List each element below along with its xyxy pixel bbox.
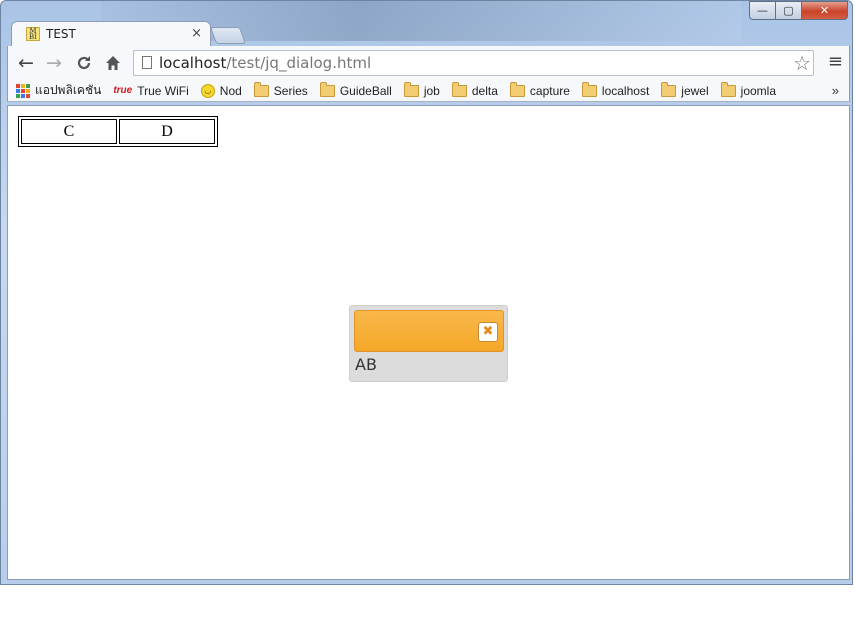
- window-controls: — ▢ ✕: [749, 1, 848, 20]
- data-table: C D: [18, 116, 218, 147]
- tab-favicon-icon: M BI: [26, 27, 40, 41]
- bookmark-true-wifi[interactable]: true True WiFi: [113, 84, 188, 98]
- table-cell: D: [119, 119, 215, 144]
- bookmark-label: แอปพลิเคชัน: [35, 83, 102, 97]
- folder-icon: [253, 81, 269, 97]
- url-host: localhost: [159, 54, 227, 72]
- bookmark-label: job: [423, 83, 440, 98]
- table-cell: C: [21, 119, 117, 144]
- folder-icon: [403, 81, 419, 97]
- folder-icon: [509, 81, 525, 97]
- bookmark-label: Series: [273, 83, 308, 98]
- bookmarks-bar: แอปพลิเคชัน true True WiFi ◡ Nod Series …: [7, 80, 850, 102]
- menu-icon[interactable]: ≡: [828, 51, 843, 72]
- bookmark-localhost[interactable]: localhost: [581, 81, 650, 98]
- home-icon[interactable]: [101, 51, 125, 75]
- bookmarks-overflow-icon[interactable]: »: [832, 83, 839, 98]
- close-window-button[interactable]: ✕: [802, 1, 848, 20]
- table-row: C D: [21, 119, 215, 144]
- page-icon: [142, 56, 152, 69]
- bookmark-delta[interactable]: delta: [451, 81, 498, 98]
- bookmark-guideball[interactable]: GuideBall: [319, 81, 392, 98]
- dialog-titlebar[interactable]: ✖: [354, 310, 504, 352]
- bookmark-label: delta: [471, 83, 498, 98]
- reload-icon[interactable]: [72, 51, 96, 75]
- back-arrow-icon[interactable]: ←: [14, 51, 38, 75]
- bookmark-label: joomla: [740, 83, 777, 98]
- bookmark-job[interactable]: job: [403, 81, 440, 98]
- smiley-icon: ◡: [200, 83, 215, 98]
- true-icon: true: [113, 85, 133, 96]
- minimize-button[interactable]: —: [749, 1, 776, 20]
- bookmark-label: True WiFi: [137, 83, 189, 98]
- apps-icon: [16, 83, 30, 98]
- bookmark-label: capture: [529, 83, 570, 98]
- bookmark-label: Nod: [219, 83, 242, 98]
- bookmark-apps[interactable]: แอปพลิเคชัน: [16, 81, 101, 100]
- new-tab-button[interactable]: [209, 27, 247, 44]
- dialog: ✖ AB: [349, 305, 508, 382]
- folder-icon: [661, 81, 677, 97]
- bookmark-label: jewel: [681, 83, 709, 98]
- bookmark-capture[interactable]: capture: [509, 81, 570, 98]
- bookmark-label: localhost: [601, 83, 650, 98]
- page-content: C D ✖ AB: [7, 105, 850, 580]
- dialog-content: AB: [355, 355, 377, 374]
- folder-icon: [720, 81, 736, 97]
- forward-arrow-icon[interactable]: →: [42, 51, 66, 75]
- folder-icon: [319, 81, 335, 97]
- address-bar[interactable]: localhost/test/jq_dialog.html ☆: [133, 50, 814, 76]
- bookmark-series[interactable]: Series: [253, 81, 308, 98]
- dialog-close-icon[interactable]: ✖: [478, 322, 498, 342]
- bookmark-jewel[interactable]: jewel: [661, 81, 709, 98]
- folder-icon: [451, 81, 467, 97]
- bookmark-star-icon[interactable]: ☆: [793, 51, 811, 75]
- bookmark-label: GuideBall: [339, 83, 392, 98]
- maximize-button[interactable]: ▢: [776, 1, 802, 20]
- tab-close-icon[interactable]: ×: [191, 26, 202, 41]
- tab-test[interactable]: M BI TEST ×: [11, 21, 211, 47]
- folder-icon: [581, 81, 597, 97]
- bookmark-nod[interactable]: ◡ Nod: [200, 83, 242, 98]
- url-path: /test/jq_dialog.html: [226, 54, 372, 72]
- browser-window: M BI TEST × — ▢ ✕ ← → localhost/test/jq_…: [0, 0, 853, 585]
- browser-toolbar: ← → localhost/test/jq_dialog.html ☆ ≡: [7, 46, 850, 80]
- tab-title: TEST: [46, 27, 76, 41]
- url-text[interactable]: localhost/test/jq_dialog.html: [159, 54, 371, 72]
- bookmark-joomla[interactable]: joomla: [720, 81, 777, 98]
